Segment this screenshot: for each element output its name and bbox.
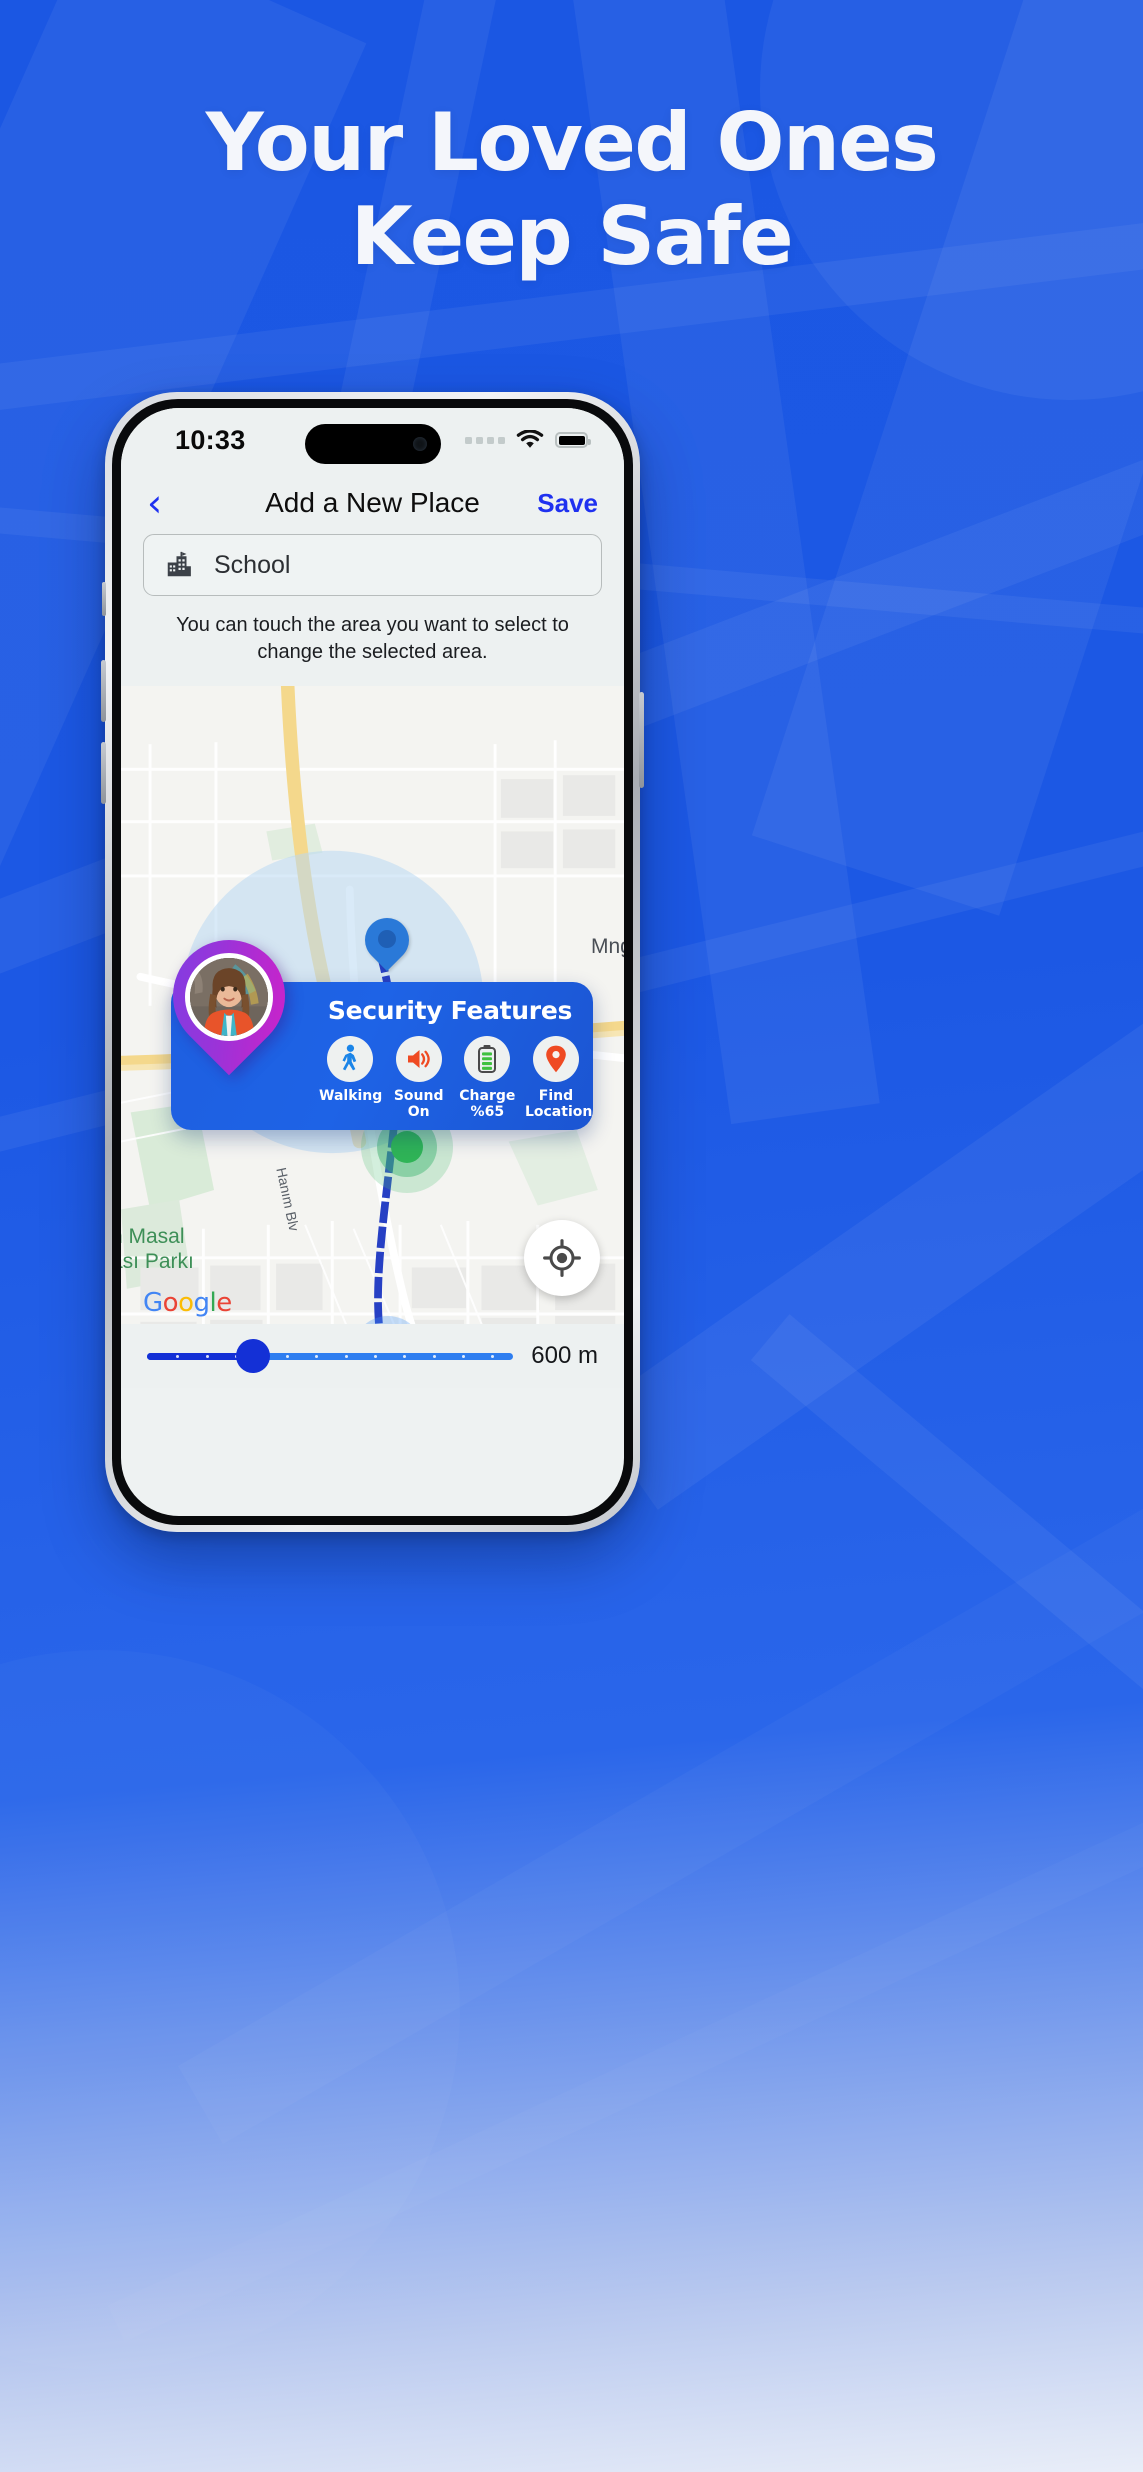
phone-mockup: 10:33 ‹ Add a New Place Save School You … (101, 392, 644, 1532)
phone-screen: 10:33 ‹ Add a New Place Save School You … (121, 408, 624, 1516)
map-scale-label: 600 m (531, 1342, 598, 1369)
security-card-title: Security Features (327, 996, 573, 1025)
feature-sound-label: Sound On (393, 1088, 444, 1121)
save-button[interactable]: Save (537, 488, 598, 519)
feature-charge-label: Charge %65 (459, 1088, 516, 1121)
blue-destination-pin[interactable] (355, 908, 419, 978)
map-pin-find-location-icon (532, 1036, 579, 1082)
school-building-icon (167, 551, 191, 577)
battery-charge-icon (464, 1036, 511, 1082)
place-name-value: School (214, 550, 291, 579)
status-icons (465, 430, 591, 450)
avatar (185, 953, 273, 1041)
phone-volume-down-button[interactable] (101, 742, 106, 804)
security-feature-list: Walking Sound On Charge %65 Find Locatio… (319, 1036, 593, 1121)
map-view[interactable]: E96 n Masal ası Parkı Mng Hanım Blv Goog… (121, 686, 624, 1388)
navigation-bar: ‹ Add a New Place Save (121, 472, 624, 534)
feature-charge[interactable]: Charge %65 (456, 1036, 518, 1120)
front-camera-icon (412, 437, 427, 451)
zoom-slider-bar: 600 m (121, 1324, 624, 1388)
promo-headline: Your Loved Ones Keep Safe (0, 96, 1143, 285)
child-avatar-pin[interactable] (149, 916, 309, 1098)
dynamic-island (304, 424, 441, 464)
google-attribution-logo: Google (143, 1288, 232, 1318)
battery-full-icon (555, 432, 591, 448)
locate-me-button[interactable] (524, 1220, 600, 1296)
headline-line-2: Keep Safe (350, 190, 794, 284)
feature-sound[interactable]: Sound On (388, 1036, 450, 1120)
wifi-icon (516, 430, 544, 448)
crosshair-locate-icon (543, 1239, 581, 1277)
headline-line-1: Your Loved Ones (205, 96, 939, 189)
status-clock: 10:33 (175, 424, 246, 455)
feature-walking[interactable]: Walking (319, 1036, 383, 1120)
feature-walking-label: Walking (319, 1088, 383, 1104)
zoom-slider[interactable] (147, 1339, 514, 1373)
signal-dots-icon (465, 436, 505, 444)
phone-mute-button[interactable] (102, 582, 106, 616)
zoom-slider-thumb[interactable] (236, 1339, 271, 1373)
park-label: n Masal ası Parkı (121, 1225, 194, 1274)
phone-bezel: 10:33 ‹ Add a New Place Save School You … (112, 399, 633, 1525)
pedestrian-walking-icon (327, 1036, 373, 1082)
phone-power-button[interactable] (639, 692, 644, 788)
feature-find-location-label: Find Location (524, 1088, 593, 1121)
feature-find-location[interactable]: Find Location (524, 1036, 593, 1121)
mng-label: Mng (591, 935, 624, 958)
speaker-sound-on-icon (395, 1036, 442, 1082)
selection-hint-text: You can touch the area you want to selec… (176, 614, 569, 663)
security-features-card: Security Features Walking Sound On Charg… (149, 916, 593, 1130)
status-bar: 10:33 (121, 408, 624, 472)
form-area: School You can touch the area you want t… (121, 534, 624, 686)
phone-volume-up-button[interactable] (101, 660, 106, 722)
place-name-input[interactable]: School (143, 534, 602, 596)
